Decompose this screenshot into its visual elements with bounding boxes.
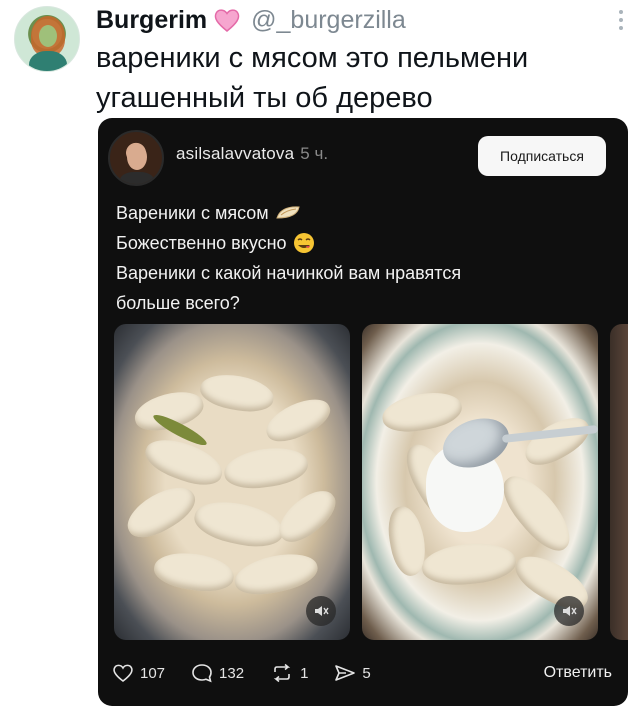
dumplings-plate-photo (362, 324, 598, 640)
repost-count: 1 (300, 664, 309, 682)
tweet-header: Burgerim @_burgerzilla (96, 4, 406, 36)
repost-action: 1 (270, 663, 308, 683)
inner-text-line-1: Вареники с мясом (116, 203, 269, 223)
inner-text-line: Вареники с какой начинкой вам нравятся (116, 263, 462, 283)
comment-count: 132 (219, 664, 245, 682)
mute-icon (306, 596, 336, 626)
dumplings-pot-photo (114, 324, 350, 640)
inner-text-line-2: Божественно вкусно (116, 233, 287, 253)
mute-icon (554, 596, 584, 626)
like-count: 107 (140, 664, 166, 682)
more-options-icon[interactable] (618, 10, 624, 32)
inner-text-line: Божественно вкусно (116, 228, 616, 258)
inner-author-avatar (108, 130, 164, 186)
tweet: Burgerim @_burgerzilla вареники с мясом … (0, 0, 640, 715)
heart-emoji-icon (214, 9, 240, 32)
dumpling-emoji-icon (275, 206, 300, 219)
embedded-post-screenshot[interactable]: asilsalavvatova 5 ч. Подписаться Вареник… (98, 118, 628, 706)
comment-icon (192, 664, 212, 683)
inner-timestamp: 5 ч. (300, 144, 329, 163)
inner-post-text: Вареники с мясом Божественно вкусно Варе… (116, 198, 616, 318)
inner-post-actions: 107 132 1 5 Ответить (112, 658, 612, 688)
tweet-text-line: угашенный ты об дерево (96, 82, 433, 114)
heart-icon (113, 664, 133, 683)
subscribe-button: Подписаться (478, 136, 606, 176)
tweet-text-line: вареники с мясом это пельмени (96, 42, 529, 74)
share-count: 5 (362, 664, 371, 682)
third-photo-partial (610, 324, 628, 640)
like-action: 107 (112, 663, 165, 683)
author-avatar[interactable] (14, 6, 80, 72)
inner-text-line: Вареники с мясом (116, 198, 616, 228)
yum-face-emoji-icon (293, 233, 314, 253)
repost-icon (273, 663, 291, 683)
inner-text-line: больше всего? (116, 293, 240, 313)
tweet-text: вареники с мясом это пельмени угашенный … (96, 38, 626, 118)
reply-label: Ответить (543, 664, 612, 681)
comment-action: 132 (191, 663, 244, 683)
inner-post-header: asilsalavvatova 5 ч. (176, 144, 328, 164)
share-action: 5 (334, 663, 371, 683)
inner-username: asilsalavvatova (176, 144, 295, 163)
share-send-icon (335, 665, 356, 681)
author-display-name[interactable]: Burgerim (96, 6, 207, 35)
author-handle[interactable]: @_burgerzilla (251, 6, 406, 35)
